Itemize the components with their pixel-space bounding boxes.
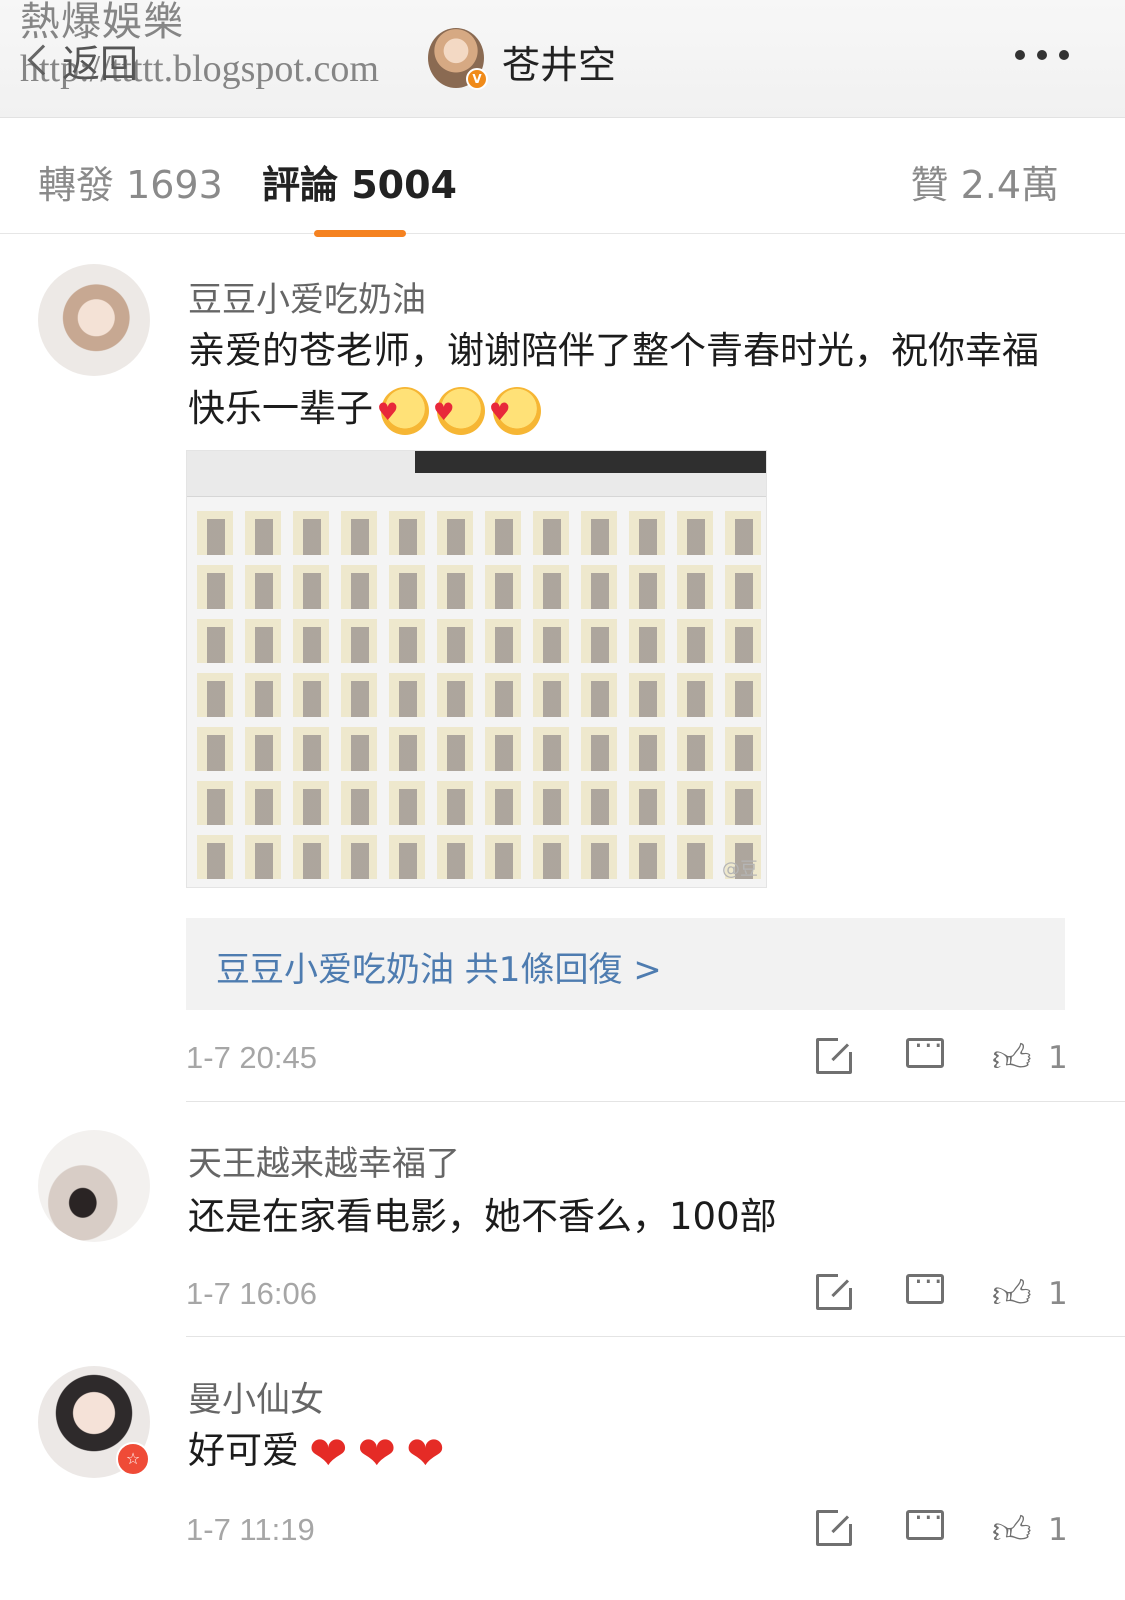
share-icon[interactable] xyxy=(816,1510,852,1546)
comment-username[interactable]: 豆豆小爱吃奶油 xyxy=(188,272,426,321)
comment-text: 好可爱 ❤ ❤ ❤ xyxy=(188,1422,1068,1480)
tab-likes[interactable]: 贊 2.4萬 xyxy=(910,154,1059,209)
image-watermark: @豆 xyxy=(722,859,758,880)
chevron-left-icon xyxy=(27,44,59,76)
comment-text: 亲爱的苍老师，谢谢陪伴了整个青春时光，祝你幸福快乐一辈子 xyxy=(188,322,1068,441)
share-icon[interactable] xyxy=(816,1038,852,1074)
avatar[interactable] xyxy=(38,1130,150,1242)
verified-badge-icon: ☆ xyxy=(116,1442,150,1476)
reply-icon[interactable] xyxy=(906,1029,944,1068)
reply-icon[interactable] xyxy=(906,1265,944,1304)
blushing-emoji-icon xyxy=(377,383,429,441)
like-count: 1 xyxy=(1048,1276,1068,1312)
heart-icon: ❤ xyxy=(357,1425,397,1480)
back-label: 返回 xyxy=(62,43,139,86)
ellipsis-dot xyxy=(1037,50,1047,60)
heart-icon: ❤ xyxy=(309,1425,348,1480)
comment-text-content: 亲爱的苍老师，谢谢陪伴了整个青春时光，祝你幸福快乐一辈子 xyxy=(188,329,1039,430)
comment-time: 1-7 16:06 xyxy=(186,1276,317,1311)
nav-bar: 返回 V 苍井空 xyxy=(0,0,1125,118)
comment-image[interactable]: @豆 xyxy=(186,450,767,888)
verified-badge-icon: V xyxy=(466,68,488,90)
blushing-emoji-icon xyxy=(489,383,541,441)
more-button[interactable] xyxy=(1015,50,1069,60)
image-window-toolbar xyxy=(187,451,766,497)
tab-comments[interactable]: 評論 5004 xyxy=(262,154,457,237)
thumbs-up-icon[interactable]: 👍︎ xyxy=(992,1274,1034,1314)
page-title[interactable]: 苍井空 xyxy=(502,34,616,89)
comment-text: 还是在家看电影，她不香么，100部 xyxy=(188,1195,777,1238)
thumbs-up-icon[interactable]: 👍︎ xyxy=(992,1038,1034,1078)
thumbs-up-icon[interactable]: 👍︎ xyxy=(992,1510,1034,1550)
reply-summary[interactable]: 豆豆小爱吃奶油 共1條回復 > xyxy=(186,918,1065,1010)
comment-meta: 1-7 20:45 👍︎ 1 xyxy=(186,1029,1068,1082)
blushing-emoji-icon xyxy=(433,383,485,441)
divider xyxy=(186,1101,1125,1102)
tab-comments-label: 評論 5004 xyxy=(262,163,457,207)
comment-meta: 1-7 11:19 👍︎ 1 xyxy=(186,1501,1068,1554)
comment-meta: 1-7 16:06 👍︎ 1 xyxy=(186,1265,1068,1318)
like-count: 1 xyxy=(1048,1512,1068,1548)
reply-summary-link[interactable]: 豆豆小爱吃奶油 共1條回復 > xyxy=(216,942,662,991)
like-count: 1 xyxy=(1048,1040,1068,1076)
image-folder-thumbnails xyxy=(199,513,766,879)
share-icon[interactable] xyxy=(816,1274,852,1310)
comment-time: 1-7 11:19 xyxy=(186,1512,315,1547)
ellipsis-dot xyxy=(1059,50,1069,60)
reply-icon[interactable] xyxy=(906,1501,944,1540)
comment-time: 1-7 20:45 xyxy=(186,1040,317,1075)
comment-text-content: 好可爱 xyxy=(188,1429,299,1472)
comment-username[interactable]: 曼小仙女 xyxy=(188,1372,324,1421)
divider xyxy=(186,1336,1125,1337)
heart-icon: ❤ xyxy=(406,1425,445,1480)
active-tab-indicator xyxy=(313,230,406,237)
tab-reposts[interactable]: 轉發 1693 xyxy=(38,154,223,209)
ellipsis-icon xyxy=(1015,50,1025,60)
author-avatar[interactable]: V xyxy=(428,28,488,90)
tab-bar: 轉發 1693 評論 5004 贊 2.4萬 xyxy=(0,118,1125,237)
avatar[interactable] xyxy=(38,264,150,376)
back-button[interactable]: 返回 xyxy=(22,36,138,86)
comment-username[interactable]: 天王越来越幸福了 xyxy=(188,1136,460,1185)
